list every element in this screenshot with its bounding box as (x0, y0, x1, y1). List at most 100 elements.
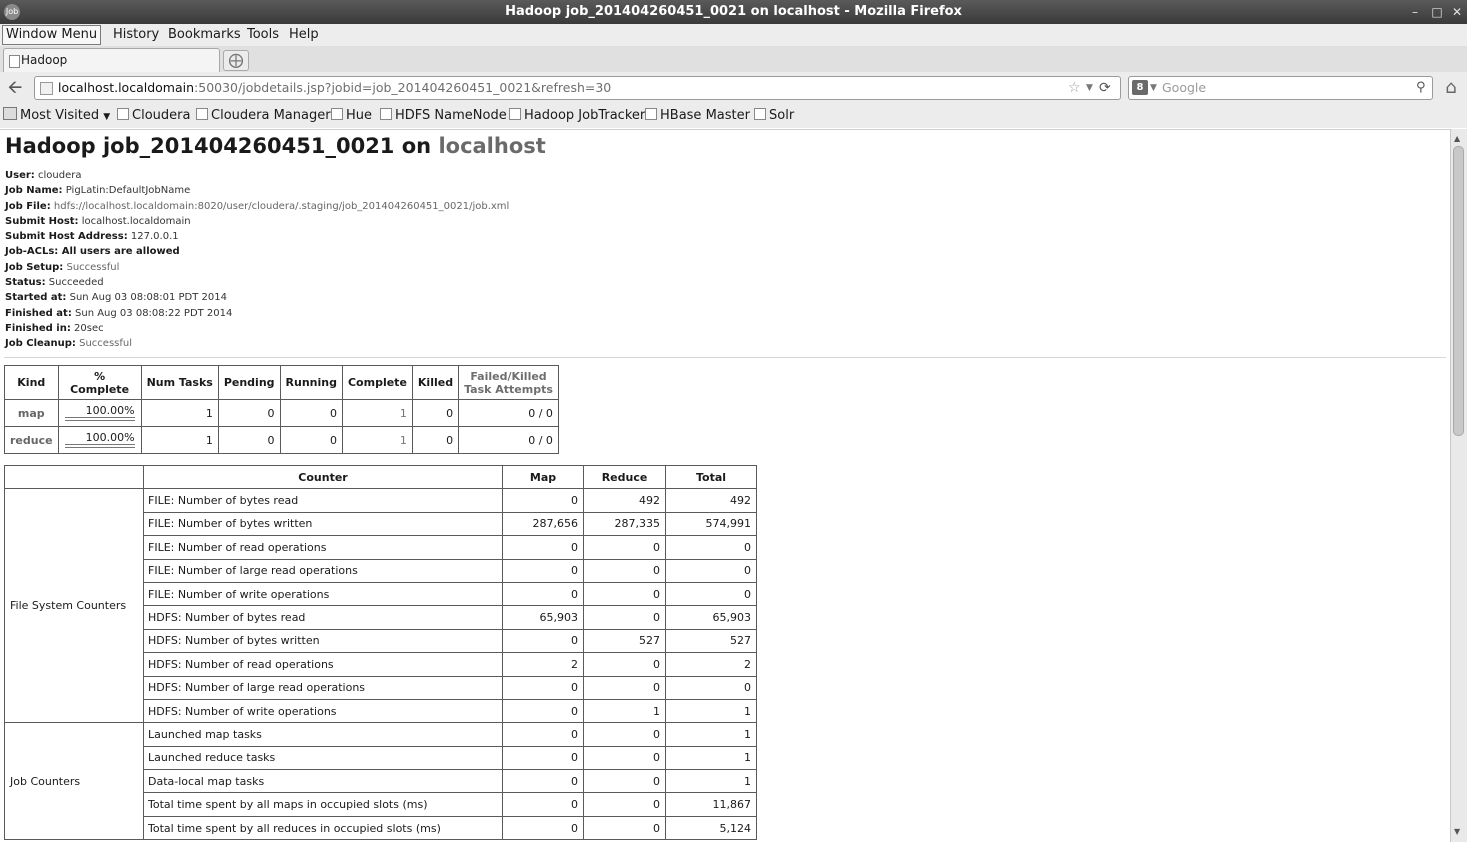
bookmark-cloudera[interactable]: Cloudera (117, 106, 190, 126)
counter-name: Total time spent by all maps in occupied… (143, 792, 503, 817)
num-tasks: 1 (140, 399, 219, 427)
maximize-icon[interactable]: □ (1426, 0, 1448, 24)
bookmark-hdfs-namenode[interactable]: HDFS NameNode (380, 106, 507, 126)
job-info: User: cloudera Job Name: PigLatin:Default… (5, 168, 509, 352)
info-label: Job File: (5, 200, 51, 212)
bookmark-hue[interactable]: Hue (331, 106, 372, 126)
bookmark-solr[interactable]: Solr (754, 106, 794, 126)
bookmark-label: Most Visited (20, 108, 100, 123)
column-header: Kind (4, 365, 59, 400)
map-value: 0 (502, 488, 584, 513)
column-header: Complete (341, 365, 413, 400)
menu-window[interactable]: Window Menu (2, 25, 102, 45)
bookmark-favicon-icon (117, 108, 129, 120)
task-table-header: Kind % Complete Num Tasks Pending Runnin… (4, 365, 559, 400)
map-value: 0 (502, 792, 584, 817)
complete-link[interactable]: 1 (341, 426, 413, 454)
new-tab-button[interactable]: ⨁ (223, 50, 249, 71)
search-go-icon[interactable]: ⚲ (1416, 77, 1426, 99)
info-link[interactable]: Successful (79, 338, 132, 349)
vertical-scrollbar[interactable]: ▲ ▼ (1450, 129, 1467, 842)
counter-name: HDFS: Number of large read operations (143, 675, 503, 700)
bookmark-favicon-icon (509, 108, 521, 120)
info-row: Job Setup: Successful (5, 260, 509, 275)
percent-complete: 100.00% (57, 399, 142, 427)
bookmark-favicon-icon (645, 108, 657, 120)
info-value: 20sec (74, 322, 104, 334)
reload-icon[interactable]: ⟳ (1099, 77, 1111, 99)
localhost-link[interactable]: localhost (438, 134, 545, 158)
bookmark-star-icon[interactable]: ☆ (1068, 77, 1081, 99)
task-kind-link[interactable]: reduce (4, 426, 59, 454)
bookmark-hbase-master[interactable]: HBase Master (645, 106, 750, 126)
progress-bar (64, 417, 135, 421)
column-header: Counter (143, 464, 503, 490)
map-value: 2 (502, 652, 584, 677)
close-icon[interactable]: ✕ (1446, 0, 1467, 24)
reduce-value: 0 (583, 675, 666, 700)
info-value: Sun Aug 03 08:08:22 PDT 2014 (75, 307, 233, 319)
scroll-down-icon[interactable]: ▼ (1454, 827, 1460, 836)
search-engine-dropdown-icon[interactable]: ▼ (1150, 77, 1157, 99)
menu-bookmarks[interactable]: Bookmarks (168, 26, 241, 44)
failed-killed-attempts: 0 / 0 (458, 399, 559, 427)
info-label: User: (5, 170, 35, 181)
bookmarks-toolbar: Most Visited ▼ Cloudera Cloudera Manager… (0, 104, 1467, 128)
reduce-value: 492 (583, 488, 666, 513)
site-identity-icon[interactable] (40, 82, 53, 95)
counter-name: Data-local map tasks (143, 769, 503, 794)
back-button[interactable]: 🡨 (4, 77, 26, 99)
reduce-value: 0 (583, 722, 666, 747)
menu-history[interactable]: History (113, 26, 159, 44)
search-engine-icon[interactable]: 8 (1132, 80, 1148, 95)
menu-tools[interactable]: Tools (247, 26, 279, 44)
map-value: 0 (502, 628, 584, 654)
header-line: Task Attempts (464, 382, 553, 396)
map-value: 0 (502, 535, 584, 560)
url-dropdown-icon[interactable]: ▼ (1086, 77, 1093, 99)
task-kind-link[interactable]: map (4, 399, 59, 427)
search-input[interactable]: Google (1162, 77, 1206, 99)
total-value: 1 (665, 698, 757, 724)
info-value: Succeeded (48, 277, 104, 289)
info-label: Finished in: (5, 322, 71, 334)
counter-name: FILE: Number of read operations (143, 535, 503, 560)
scroll-up-icon[interactable]: ▲ (1454, 134, 1460, 143)
info-row: Job Name: PigLatin:DefaultJobName (5, 183, 509, 198)
home-button[interactable]: ⌂ (1440, 77, 1462, 99)
total-value: 65,903 (665, 605, 757, 630)
bookmark-label: Cloudera Manager (211, 108, 331, 123)
total-value: 1 (665, 769, 757, 794)
percent-complete: 100.00% (57, 426, 142, 454)
failed-killed-header[interactable]: Failed/Killed Task Attempts (458, 365, 559, 400)
map-value: 0 (502, 558, 584, 583)
url-text[interactable]: localhost.localdomain:50030/jobdetails.j… (58, 77, 611, 99)
info-link[interactable]: Successful (66, 262, 119, 273)
bookmark-hadoop-jobtracker[interactable]: Hadoop JobTracker (509, 106, 645, 126)
search-bar[interactable]: 8 ▼ Google ⚲ (1128, 76, 1433, 100)
header-line: Failed/Killed (470, 369, 547, 383)
map-value: 0 (502, 815, 584, 841)
bookmark-cloudera-manager[interactable]: Cloudera Manager (196, 106, 331, 126)
counter-name: Launched map tasks (143, 722, 503, 747)
info-value: Sun Aug 03 08:08:01 PDT 2014 (69, 292, 227, 304)
url-bar[interactable]: localhost.localdomain:50030/jobdetails.j… (34, 76, 1121, 100)
scrollbar-thumb[interactable] (1453, 146, 1464, 436)
tab-hadoop-job[interactable]: Hadoop job_201404260451_00... (3, 48, 220, 90)
info-label: Job-ACLs: All users are allowed (5, 246, 180, 258)
complete-link[interactable]: 1 (341, 399, 413, 427)
column-header: % Complete (57, 365, 142, 400)
reduce-value: 0 (583, 652, 666, 677)
minimize-icon[interactable]: – (1404, 0, 1426, 24)
menu-help[interactable]: Help (289, 26, 319, 44)
column-header: Killed (411, 365, 460, 400)
bookmark-label: HBase Master (660, 108, 750, 123)
bookmark-favicon-icon (196, 108, 208, 120)
bookmark-most-visited[interactable]: Most Visited ▼ (3, 106, 110, 126)
info-row: User: cloudera (5, 168, 509, 183)
map-value: 0 (502, 722, 584, 747)
counter-row: Job Counters Launched map tasks 0 0 1 (4, 722, 757, 841)
info-link[interactable]: hdfs://localhost.localdomain:8020/user/c… (54, 201, 509, 212)
url-host: localhost.localdomain (58, 80, 195, 95)
counter-group-name: Job Counters (4, 722, 144, 841)
